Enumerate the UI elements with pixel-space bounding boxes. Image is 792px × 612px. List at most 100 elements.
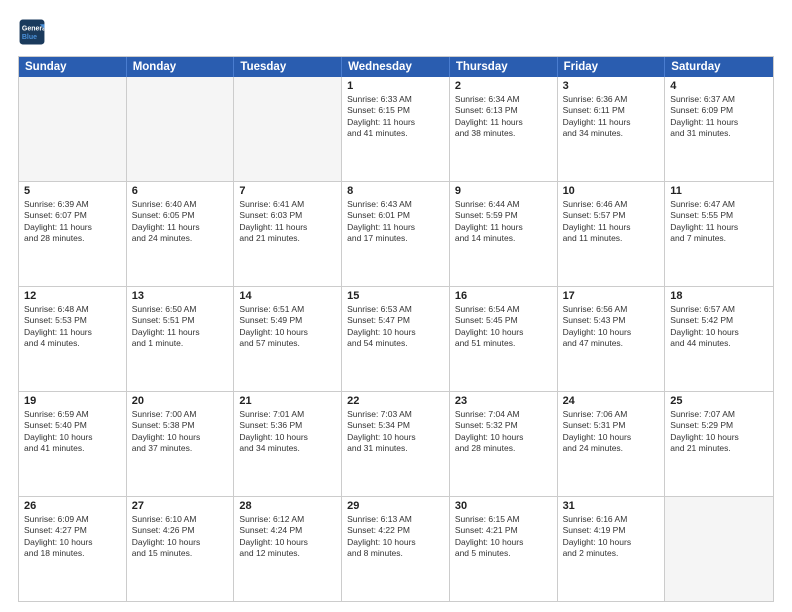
- day-info: Sunrise: 6:36 AM Sunset: 6:11 PM Dayligh…: [563, 94, 660, 140]
- day-info: Sunrise: 6:50 AM Sunset: 5:51 PM Dayligh…: [132, 304, 229, 350]
- day-number: 3: [563, 80, 660, 92]
- day-info: Sunrise: 6:54 AM Sunset: 5:45 PM Dayligh…: [455, 304, 552, 350]
- calendar-cell: 9 Sunrise: 6:44 AM Sunset: 5:59 PM Daylig…: [450, 182, 558, 286]
- day-info: Sunrise: 6:44 AM Sunset: 5:59 PM Dayligh…: [455, 199, 552, 245]
- calendar-row-1: 5 Sunrise: 6:39 AM Sunset: 6:07 PM Daylig…: [19, 181, 773, 286]
- day-info: Sunrise: 6:16 AM Sunset: 4:19 PM Dayligh…: [563, 514, 660, 560]
- day-info: Sunrise: 6:46 AM Sunset: 5:57 PM Dayligh…: [563, 199, 660, 245]
- calendar-cell: 23 Sunrise: 7:04 AM Sunset: 5:32 PM Dayli…: [450, 392, 558, 496]
- day-number: 24: [563, 395, 660, 407]
- calendar-cell: 19 Sunrise: 6:59 AM Sunset: 5:40 PM Dayli…: [19, 392, 127, 496]
- day-number: 21: [239, 395, 336, 407]
- day-info: Sunrise: 6:12 AM Sunset: 4:24 PM Dayligh…: [239, 514, 336, 560]
- day-number: 9: [455, 185, 552, 197]
- calendar-cell: 12Sunrise: 6:48 AM Sunset: 5:53 PM Dayli…: [19, 287, 127, 391]
- calendar-row-2: 12Sunrise: 6:48 AM Sunset: 5:53 PM Dayli…: [19, 286, 773, 391]
- calendar-cell: 1 Sunrise: 6:33 AM Sunset: 6:15 PM Daylig…: [342, 77, 450, 181]
- day-number: 1: [347, 80, 444, 92]
- day-info: Sunrise: 6:47 AM Sunset: 5:55 PM Dayligh…: [670, 199, 768, 245]
- day-info: Sunrise: 7:04 AM Sunset: 5:32 PM Dayligh…: [455, 409, 552, 455]
- weekday-header-sunday: Sunday: [19, 57, 127, 77]
- calendar-cell: 5 Sunrise: 6:39 AM Sunset: 6:07 PM Daylig…: [19, 182, 127, 286]
- day-number: 7: [239, 185, 336, 197]
- weekday-header-saturday: Saturday: [665, 57, 773, 77]
- day-info: Sunrise: 7:06 AM Sunset: 5:31 PM Dayligh…: [563, 409, 660, 455]
- page: General Blue SundayMondayTuesdayWednesda…: [0, 0, 792, 612]
- day-number: 8: [347, 185, 444, 197]
- day-info: Sunrise: 7:01 AM Sunset: 5:36 PM Dayligh…: [239, 409, 336, 455]
- day-number: 29: [347, 500, 444, 512]
- day-info: Sunrise: 7:00 AM Sunset: 5:38 PM Dayligh…: [132, 409, 229, 455]
- day-info: Sunrise: 6:56 AM Sunset: 5:43 PM Dayligh…: [563, 304, 660, 350]
- day-number: 23: [455, 395, 552, 407]
- day-info: Sunrise: 7:03 AM Sunset: 5:34 PM Dayligh…: [347, 409, 444, 455]
- day-number: 25: [670, 395, 768, 407]
- calendar-cell: 24 Sunrise: 7:06 AM Sunset: 5:31 PM Dayli…: [558, 392, 666, 496]
- day-info: Sunrise: 6:33 AM Sunset: 6:15 PM Dayligh…: [347, 94, 444, 140]
- day-info: Sunrise: 6:39 AM Sunset: 6:07 PM Dayligh…: [24, 199, 121, 245]
- calendar-cell: 4Sunrise: 6:37 AM Sunset: 6:09 PM Daylig…: [665, 77, 773, 181]
- calendar-cell: [234, 77, 342, 181]
- logo-icon: General Blue: [18, 18, 46, 46]
- calendar-cell: 16 Sunrise: 6:54 AM Sunset: 5:45 PM Dayli…: [450, 287, 558, 391]
- calendar-cell: 8 Sunrise: 6:43 AM Sunset: 6:01 PM Daylig…: [342, 182, 450, 286]
- calendar-cell: 27 Sunrise: 6:10 AM Sunset: 4:26 PM Dayli…: [127, 497, 235, 601]
- day-number: 11: [670, 185, 768, 197]
- calendar-cell: 13Sunrise: 6:50 AM Sunset: 5:51 PM Dayli…: [127, 287, 235, 391]
- calendar-cell: 17Sunrise: 6:56 AM Sunset: 5:43 PM Dayli…: [558, 287, 666, 391]
- calendar-cell: 31 Sunrise: 6:16 AM Sunset: 4:19 PM Dayli…: [558, 497, 666, 601]
- day-info: Sunrise: 7:07 AM Sunset: 5:29 PM Dayligh…: [670, 409, 768, 455]
- calendar-cell: 22 Sunrise: 7:03 AM Sunset: 5:34 PM Dayli…: [342, 392, 450, 496]
- calendar-cell: 25 Sunrise: 7:07 AM Sunset: 5:29 PM Dayli…: [665, 392, 773, 496]
- calendar-header: SundayMondayTuesdayWednesdayThursdayFrid…: [19, 57, 773, 77]
- calendar-row-4: 26 Sunrise: 6:09 AM Sunset: 4:27 PM Dayli…: [19, 496, 773, 601]
- calendar-cell: 14 Sunrise: 6:51 AM Sunset: 5:49 PM Dayli…: [234, 287, 342, 391]
- calendar-cell: 20 Sunrise: 7:00 AM Sunset: 5:38 PM Dayli…: [127, 392, 235, 496]
- calendar-cell: 29 Sunrise: 6:13 AM Sunset: 4:22 PM Dayli…: [342, 497, 450, 601]
- calendar-cell: 3 Sunrise: 6:36 AM Sunset: 6:11 PM Daylig…: [558, 77, 666, 181]
- day-number: 14: [239, 290, 336, 302]
- day-number: 27: [132, 500, 229, 512]
- day-number: 6: [132, 185, 229, 197]
- day-info: Sunrise: 6:34 AM Sunset: 6:13 PM Dayligh…: [455, 94, 552, 140]
- day-number: 20: [132, 395, 229, 407]
- day-number: 26: [24, 500, 121, 512]
- calendar-cell: 26 Sunrise: 6:09 AM Sunset: 4:27 PM Dayli…: [19, 497, 127, 601]
- logo: General Blue: [18, 18, 50, 46]
- weekday-header-monday: Monday: [127, 57, 235, 77]
- weekday-header-wednesday: Wednesday: [342, 57, 450, 77]
- day-number: 28: [239, 500, 336, 512]
- day-info: Sunrise: 6:48 AM Sunset: 5:53 PM Dayligh…: [24, 304, 121, 350]
- calendar-cell: 30Sunrise: 6:15 AM Sunset: 4:21 PM Dayli…: [450, 497, 558, 601]
- calendar-cell: 15 Sunrise: 6:53 AM Sunset: 5:47 PM Dayli…: [342, 287, 450, 391]
- day-number: 15: [347, 290, 444, 302]
- day-info: Sunrise: 6:57 AM Sunset: 5:42 PM Dayligh…: [670, 304, 768, 350]
- calendar-cell: [127, 77, 235, 181]
- day-info: Sunrise: 6:40 AM Sunset: 6:05 PM Dayligh…: [132, 199, 229, 245]
- day-info: Sunrise: 6:37 AM Sunset: 6:09 PM Dayligh…: [670, 94, 768, 140]
- day-number: 16: [455, 290, 552, 302]
- day-number: 5: [24, 185, 121, 197]
- day-number: 22: [347, 395, 444, 407]
- day-info: Sunrise: 6:59 AM Sunset: 5:40 PM Dayligh…: [24, 409, 121, 455]
- calendar-cell: 6 Sunrise: 6:40 AM Sunset: 6:05 PM Daylig…: [127, 182, 235, 286]
- calendar: SundayMondayTuesdayWednesdayThursdayFrid…: [18, 56, 774, 602]
- day-number: 19: [24, 395, 121, 407]
- weekday-header-thursday: Thursday: [450, 57, 558, 77]
- day-info: Sunrise: 6:53 AM Sunset: 5:47 PM Dayligh…: [347, 304, 444, 350]
- calendar-row-3: 19 Sunrise: 6:59 AM Sunset: 5:40 PM Dayli…: [19, 391, 773, 496]
- weekday-header-tuesday: Tuesday: [234, 57, 342, 77]
- day-number: 31: [563, 500, 660, 512]
- calendar-cell: [19, 77, 127, 181]
- day-info: Sunrise: 6:09 AM Sunset: 4:27 PM Dayligh…: [24, 514, 121, 560]
- calendar-cell: 10Sunrise: 6:46 AM Sunset: 5:57 PM Dayli…: [558, 182, 666, 286]
- day-info: Sunrise: 6:13 AM Sunset: 4:22 PM Dayligh…: [347, 514, 444, 560]
- day-info: Sunrise: 6:43 AM Sunset: 6:01 PM Dayligh…: [347, 199, 444, 245]
- day-info: Sunrise: 6:10 AM Sunset: 4:26 PM Dayligh…: [132, 514, 229, 560]
- day-number: 30: [455, 500, 552, 512]
- calendar-cell: 18 Sunrise: 6:57 AM Sunset: 5:42 PM Dayli…: [665, 287, 773, 391]
- calendar-body: 1 Sunrise: 6:33 AM Sunset: 6:15 PM Daylig…: [19, 77, 773, 601]
- calendar-cell: 21 Sunrise: 7:01 AM Sunset: 5:36 PM Dayli…: [234, 392, 342, 496]
- day-info: Sunrise: 6:51 AM Sunset: 5:49 PM Dayligh…: [239, 304, 336, 350]
- day-number: 18: [670, 290, 768, 302]
